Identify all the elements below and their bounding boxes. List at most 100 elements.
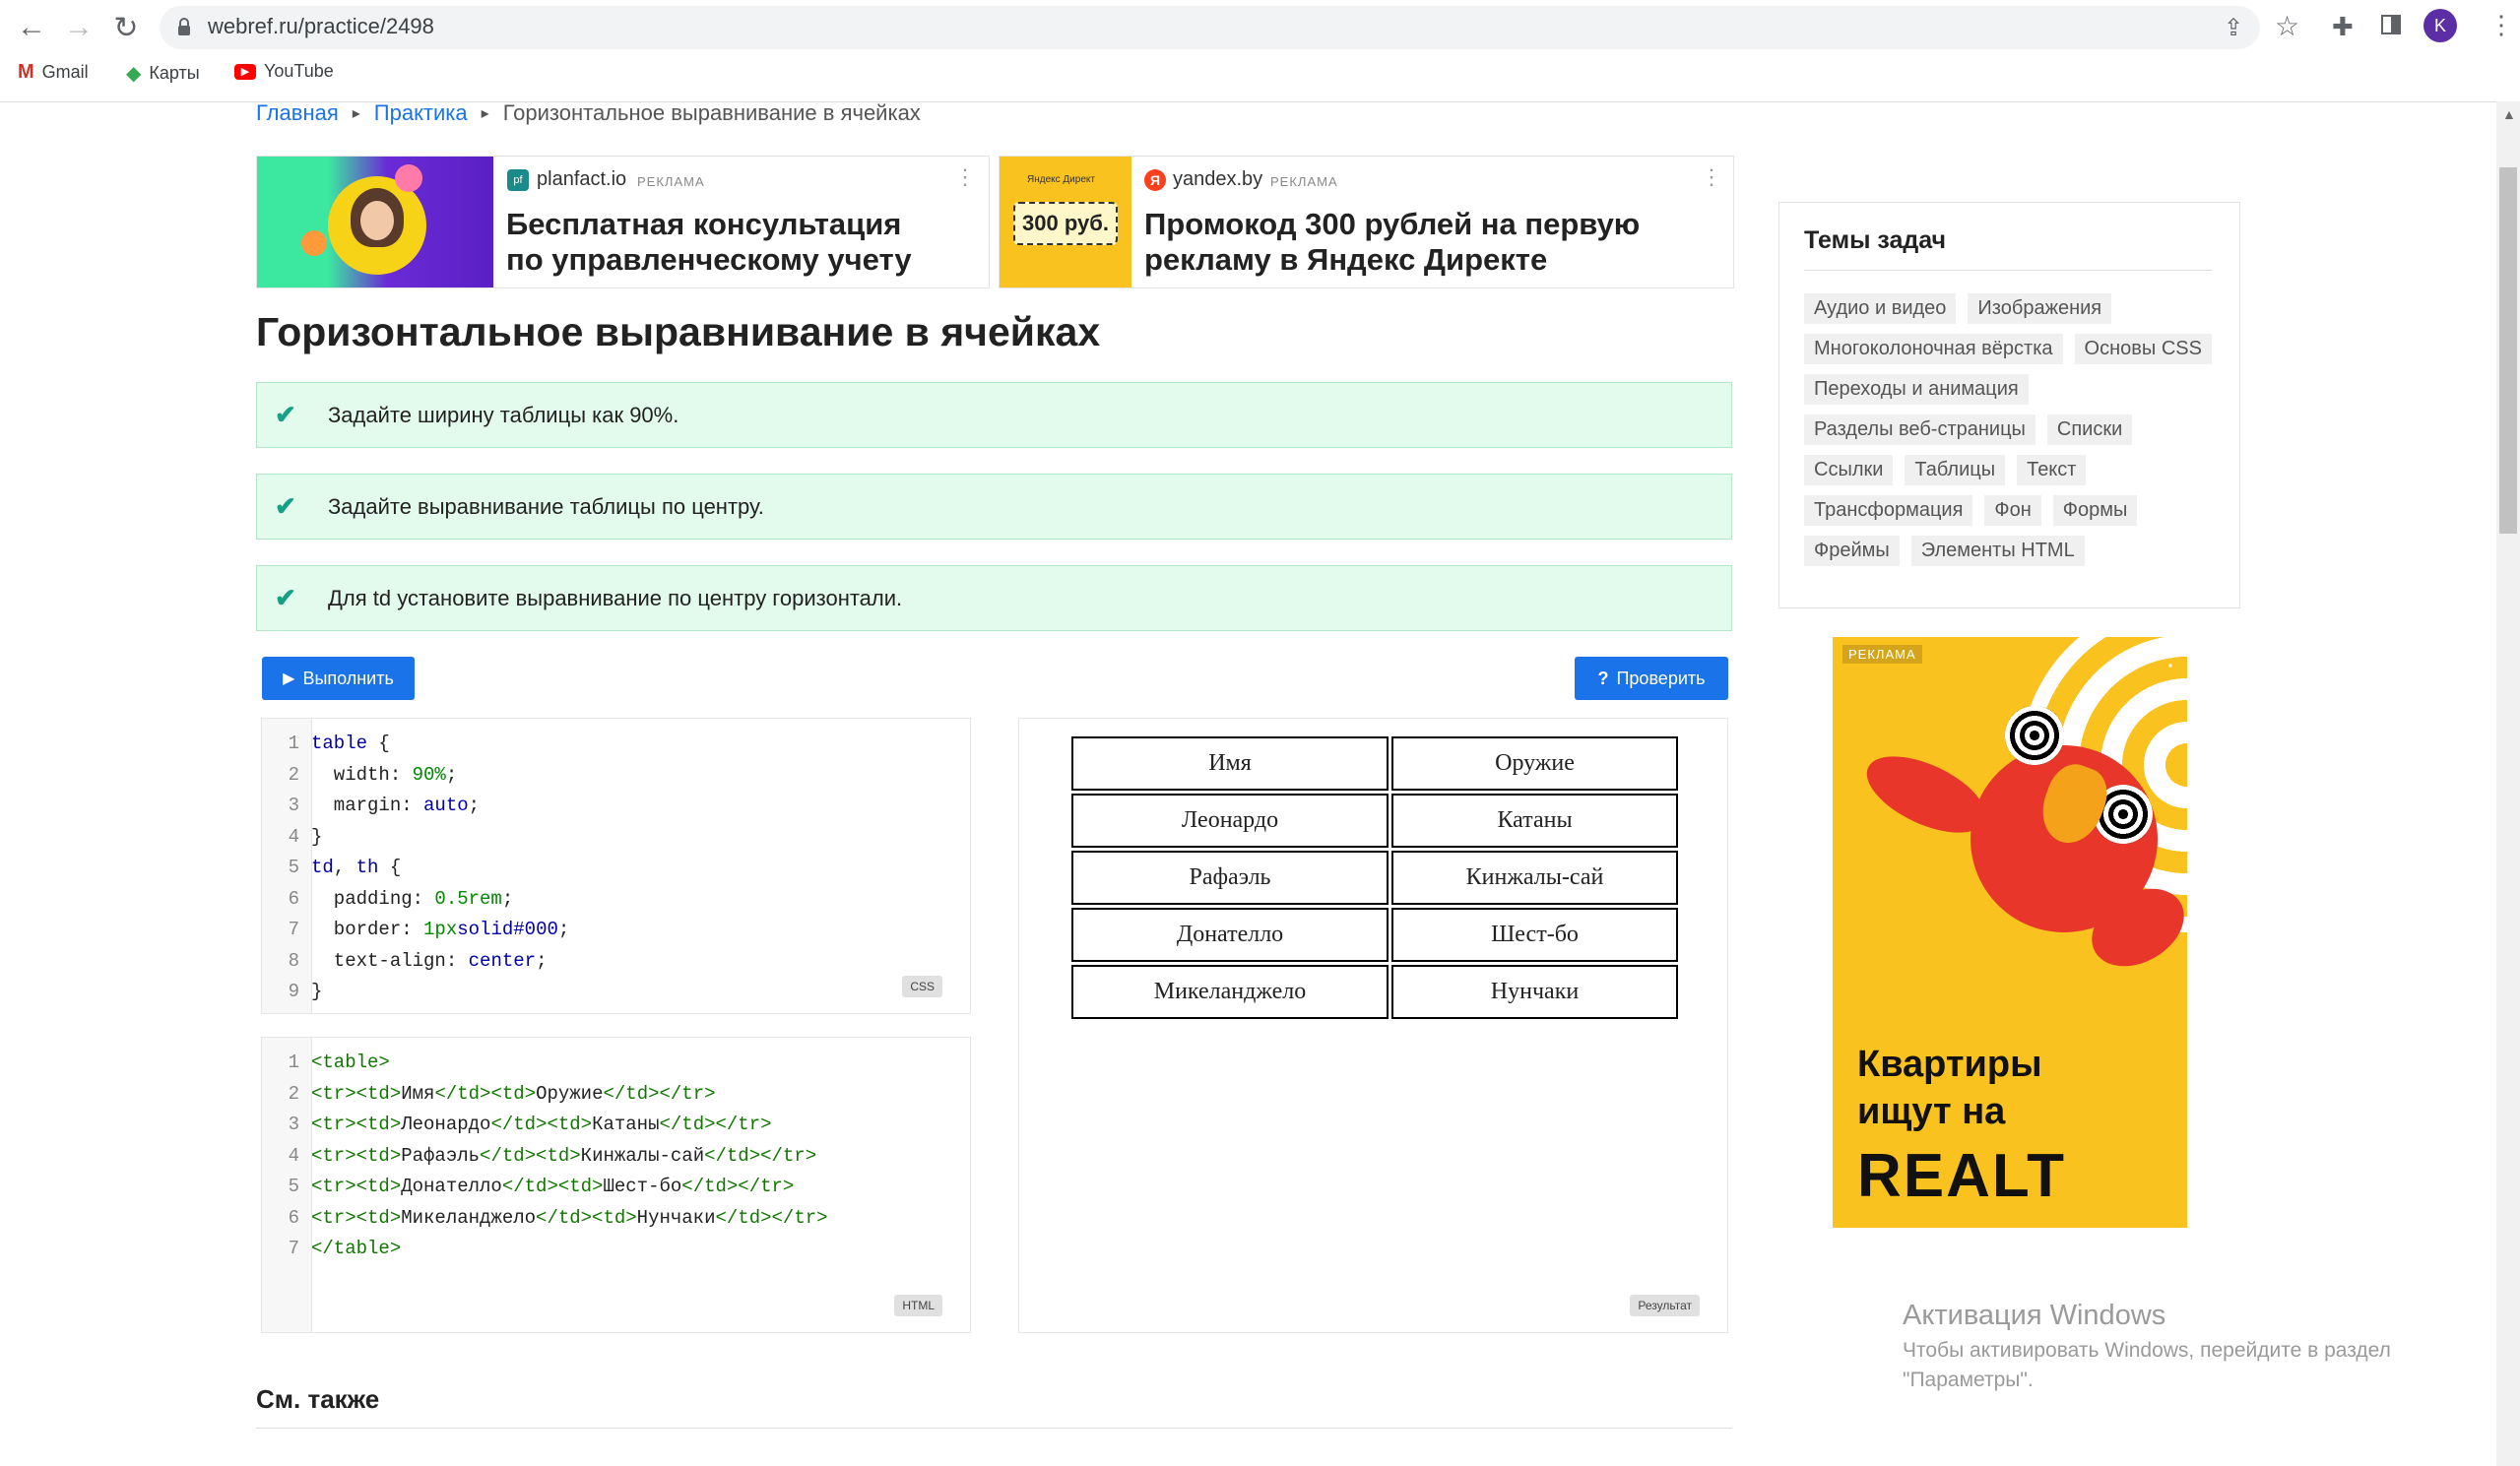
table-cell: Рафаэль (1071, 851, 1389, 905)
topic-tag[interactable]: Таблицы (1905, 455, 2006, 485)
html-badge: HTML (894, 1295, 942, 1316)
realt-logo: REALT (1857, 1142, 2067, 1210)
task-item: ✔ Задайте ширину таблицы как 90%. (256, 382, 1732, 448)
ad-yandex-coupon: 300 руб. (1013, 202, 1118, 245)
lock-icon (177, 18, 191, 35)
topic-tag[interactable]: Ссылки (1804, 455, 1894, 485)
task-item: ✔ Задайте выравнивание таблицы по центру… (256, 474, 1732, 540)
table-cell: Оружие (1391, 736, 1678, 791)
table-cell: Кинжалы-сай (1391, 851, 1678, 905)
url-text: webref.ru/practice/2498 (208, 14, 434, 38)
play-icon: ▶ (283, 670, 295, 687)
topic-tag[interactable]: Фон (1984, 495, 2041, 526)
table-cell: Шест-бо (1391, 908, 1678, 962)
divider (256, 1428, 1732, 1429)
ad-menu-icon[interactable]: ⋮ (2158, 641, 2183, 671)
css-editor[interactable]: 1 table { 2 width: 90%; 3 margin: auto; 4… (261, 718, 971, 1014)
menu-kebab-icon[interactable]: ⋮ (2488, 10, 2514, 40)
result-badge: Результат (1630, 1295, 1700, 1316)
ad-yandex-image: Яндекс Директ 300 руб. (1000, 157, 1131, 287)
reload-icon[interactable]: ↻ (106, 8, 146, 47)
topic-tag[interactable]: Формы (2052, 495, 2138, 526)
html-editor[interactable]: 1 <table> 2 <tr><td> Имя </td><td> Оружие </t… (261, 1037, 971, 1333)
check-icon: ✔ (275, 491, 296, 521)
watermark-title: Активация Windows (1903, 1300, 2166, 1331)
ad-domain: yandex.by (1173, 168, 1263, 190)
table-row: Донателло Шест-бо (1071, 908, 1678, 962)
bookmark-maps[interactable]: ◆ Карты (126, 61, 200, 86)
see-also-heading: См. также (256, 1384, 380, 1414)
side-ad-line1: Квартиры (1857, 1044, 2042, 1085)
css-code: 1 table { 2 width: 90%; 3 margin: auto; 4… (288, 733, 570, 1002)
ad-title-line2: рекламу в Яндекс Директе (1144, 242, 1548, 277)
page-title: Горизонтальное выравнивание в ячейках (256, 309, 1101, 354)
task-text: Задайте ширину таблицы как 90%. (328, 402, 679, 427)
topics-panel: Темы задач Аудио и видео Изображения Много… (1778, 202, 2240, 608)
task-text: Для td установите выравнивание по центру… (328, 585, 903, 610)
check-button[interactable]: ? Проверить (1575, 657, 1728, 700)
planfact-logo-icon: pf (507, 169, 529, 191)
topic-tag[interactable]: Элементы HTML (1910, 536, 2085, 566)
side-panel-icon[interactable] (2381, 15, 2401, 34)
ad-label: РЕКЛАМА (1270, 174, 1338, 189)
breadcrumb: Главная ▸ Практика ▸ Горизонтальное выра… (256, 100, 921, 126)
breadcrumb-practice-link[interactable]: Практика (374, 100, 468, 126)
breadcrumb-separator: ▸ (481, 105, 489, 122)
table-row: Рафаэль Кинжалы-сай (1071, 851, 1678, 905)
check-icon: ✔ (275, 400, 296, 429)
breadcrumb-home-link[interactable]: Главная (256, 100, 339, 126)
table-cell: Леонардо (1071, 794, 1389, 848)
table-cell: Микеланджело (1071, 965, 1389, 1019)
topic-tag[interactable]: Разделы веб-страницы (1804, 414, 2035, 445)
topic-tag[interactable]: Многоколоночная вёрстка (1804, 334, 2063, 364)
share-icon[interactable]: ⇪ (2224, 14, 2243, 42)
topic-tag[interactable]: Списки (2046, 414, 2133, 445)
table-row: Имя Оружие (1071, 736, 1678, 791)
topic-tag[interactable]: Текст (2017, 455, 2087, 485)
forward-arrow-icon[interactable]: → (59, 8, 98, 47)
table-cell: Нунчаки (1391, 965, 1678, 1019)
topics-list: Аудио и видео Изображения Многоколоночная … (1804, 293, 2228, 576)
table-cell: Донателло (1071, 908, 1389, 962)
result-table: Имя Оружие Леонардо Катаны Рафаэль Кинжалы-… (1068, 733, 1681, 1022)
topic-tag[interactable]: Основы CSS (2074, 334, 2212, 364)
ad-label: РЕКЛАМА (1842, 645, 1922, 664)
ad-yandex[interactable]: Яндекс Директ 300 руб. Я yandex.by РЕКЛА… (999, 156, 1734, 288)
run-button[interactable]: ▶ Выполнить (262, 657, 415, 700)
extensions-icon[interactable]: ✚ (2332, 12, 2354, 42)
bookmark-star-icon[interactable]: ☆ (2275, 10, 2299, 42)
back-arrow-icon[interactable]: ← (12, 8, 51, 47)
topic-tag[interactable]: Фреймы (1804, 536, 1900, 566)
check-icon: ✔ (275, 583, 296, 612)
ad-planfact[interactable]: pf planfact.io РЕКЛАМА ⋮ Бесплатная конс… (256, 156, 990, 288)
topic-tag[interactable]: Переходы и анимация (1804, 374, 2029, 405)
ad-domain: planfact.io (537, 168, 627, 190)
result-panel: Имя Оружие Леонардо Катаны Рафаэль Кинжалы-… (1018, 718, 1728, 1333)
topics-title: Темы задач (1804, 226, 1947, 254)
scrollbar-thumb[interactable] (2499, 167, 2517, 534)
topic-tag[interactable]: Изображения (1968, 293, 2112, 324)
maps-icon: ◆ (126, 63, 142, 85)
ad-title-line1: Бесплатная консультация (506, 207, 902, 241)
ad-menu-icon[interactable]: ⋮ (954, 164, 976, 190)
ad-title-line1: Промокод 300 рублей на первую (1144, 207, 1641, 241)
ad-yandex-image-caption: Яндекс Директ (1027, 174, 1095, 185)
table-cell: Имя (1071, 736, 1389, 791)
bookmark-gmail[interactable]: M Gmail (18, 61, 89, 84)
side-ad-line2: ищут на (1857, 1091, 2006, 1132)
html-code: 1 <table> 2 <tr><td> Имя </td><td> Оружие </t… (288, 1052, 828, 1259)
ad-menu-icon[interactable]: ⋮ (1701, 164, 1722, 190)
bookmark-youtube[interactable]: ▶ YouTube (234, 61, 334, 82)
side-ad-realt[interactable]: РЕКЛАМА ⋮ Квартиры ищут на REALT (1833, 637, 2187, 1228)
scroll-up-icon[interactable]: ▲ (2502, 106, 2516, 122)
css-badge: CSS (902, 976, 942, 997)
topic-tag[interactable]: Аудио и видео (1804, 293, 1957, 324)
ad-title-line2: по управленческому учету (506, 242, 912, 277)
address-bar[interactable] (160, 6, 2260, 49)
table-cell: Катаны (1391, 794, 1678, 848)
divider (1804, 270, 2212, 271)
spiral-eye-icon (2005, 706, 2064, 765)
profile-avatar[interactable]: K (2423, 9, 2457, 42)
yandex-logo-icon: Я (1144, 169, 1166, 191)
topic-tag[interactable]: Трансформация (1804, 495, 1973, 526)
